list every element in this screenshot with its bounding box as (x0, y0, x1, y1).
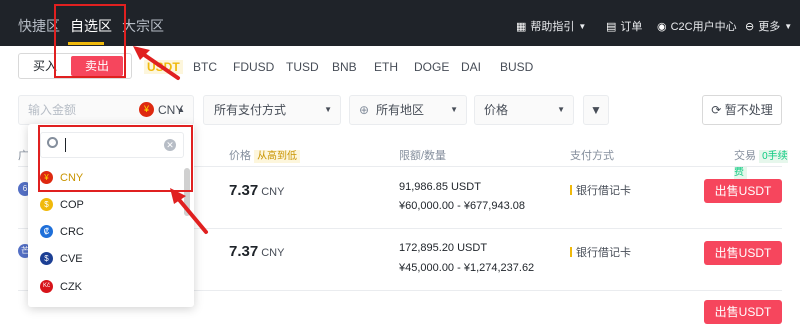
price-value: 7.37 (229, 243, 259, 260)
asset-tab-usdt[interactable]: USDT (144, 60, 183, 74)
asset-tab-doge[interactable]: DOGE (414, 60, 449, 74)
refresh-icon: ⟳ (711, 103, 722, 117)
price-unit: CNY (261, 247, 285, 259)
payment-method-label: 所有支付方式 (214, 103, 287, 117)
currency-option-cve[interactable]: $ CVE (40, 248, 184, 270)
c2c-center-link[interactable]: ◉ C2C用户中心 (657, 18, 737, 34)
asset-tab-bnb[interactable]: BNB (332, 60, 357, 74)
amount-input[interactable]: 输入金额 ¥ CNY ▲ (18, 95, 194, 125)
annotation-box-currency (38, 125, 193, 192)
price-value: 7.37 (229, 182, 259, 199)
currency-code: CVE (60, 253, 83, 265)
payment-header: 支付方式 (570, 150, 614, 162)
row-price: 7.37 CNY (229, 182, 284, 199)
sell-usdt-button[interactable]: 出售USDT (704, 179, 782, 203)
tab-block[interactable]: 大宗区 (122, 16, 164, 36)
more-icon: ⊖ (745, 20, 755, 33)
annotation-box-tab (54, 4, 126, 78)
available-amount: 172,895.20 USDT (399, 242, 488, 254)
limit-header: 限额/数量 (399, 150, 447, 162)
chevron-down-icon: ▼ (324, 105, 332, 114)
chevron-down-icon: ▼ (557, 105, 565, 114)
sell-usdt-button[interactable]: 出售USDT (704, 300, 782, 324)
price-unit: CNY (261, 186, 285, 198)
region-select[interactable]: ⊕ 所有地区 ▼ (349, 95, 467, 125)
amount-placeholder: 输入金额 (28, 103, 77, 117)
limit-range: ¥60,000.00 - ¥677,943.08 (399, 200, 526, 212)
asset-tab-btc[interactable]: BTC (193, 60, 217, 74)
sort-badge[interactable]: 从高到低 (254, 150, 301, 163)
refresh-button[interactable]: ⟳ 暂不处理 (702, 95, 782, 125)
currency-option-cop[interactable]: $ COP (40, 194, 184, 216)
cop-coin-icon: $ (40, 198, 53, 211)
currency-option-crc[interactable]: ₡ CRC (40, 221, 184, 243)
chevron-down-icon: ▼ (450, 105, 458, 114)
more-label: 更多 (758, 21, 781, 33)
trade-header-label: 交易 (734, 150, 756, 162)
chevron-down-icon: ▼ (578, 21, 587, 31)
c2c-label: C2C用户中心 (670, 21, 737, 33)
asset-tab-fdusd[interactable]: FDUSD (233, 60, 274, 74)
payment-method: 银行借记卡 (570, 244, 631, 260)
payment-method-select[interactable]: 所有支付方式 ▼ (203, 95, 341, 125)
crc-coin-icon: ₡ (40, 225, 53, 238)
available-amount: 91,986.85 USDT (399, 181, 481, 193)
payment-method: 银行借记卡 (570, 182, 631, 198)
currency-code: CRC (60, 226, 84, 238)
sell-usdt-button[interactable]: 出售USDT (704, 241, 782, 265)
help-menu[interactable]: ▦ 帮助指引 ▼ (516, 18, 586, 34)
chevron-down-icon: ▼ (784, 21, 793, 31)
limit-range: ¥45,000.00 - ¥1,274,237.62 (399, 262, 535, 274)
orders-link[interactable]: ▤ 订单 (606, 18, 642, 34)
price-header-label: 价格 (229, 150, 251, 162)
filter-button[interactable]: ▼ (583, 95, 609, 125)
asset-tab-eth[interactable]: ETH (374, 60, 398, 74)
refresh-label: 暂不处理 (724, 103, 773, 117)
arrowhead-icon (133, 46, 150, 60)
cny-flag-icon: ¥ (139, 102, 154, 117)
orders-label: 订单 (620, 21, 643, 33)
row-price: 7.37 CNY (229, 243, 284, 260)
trade-header: 交易 0手续费 (734, 147, 800, 179)
currency-code: COP (60, 199, 84, 211)
asset-tab-busd[interactable]: BUSD (500, 60, 533, 74)
region-label: 所有地区 (376, 103, 425, 117)
chevron-up-icon: ▲ (177, 105, 185, 114)
help-label: 帮助指引 (530, 21, 575, 33)
funnel-icon: ▼ (590, 103, 602, 117)
cve-coin-icon: $ (40, 252, 53, 265)
globe-icon: ⊕ (359, 103, 370, 117)
user-icon: ◉ (657, 20, 667, 33)
currency-option-czk[interactable]: Kč CZK (40, 276, 184, 298)
help-icon: ▦ (516, 20, 527, 33)
price-filter-label: 价格 (484, 103, 509, 117)
price-header: 价格 从高到低 (229, 147, 301, 163)
orders-icon: ▤ (606, 20, 617, 33)
asset-tab-dai[interactable]: DAI (461, 60, 481, 74)
price-select[interactable]: 价格 ▼ (474, 95, 574, 125)
czk-coin-icon: Kč (40, 280, 53, 293)
asset-tab-tusd[interactable]: TUSD (286, 60, 319, 74)
currency-code: CZK (60, 281, 82, 293)
more-menu[interactable]: ⊖ 更多 ▼ (745, 18, 792, 34)
